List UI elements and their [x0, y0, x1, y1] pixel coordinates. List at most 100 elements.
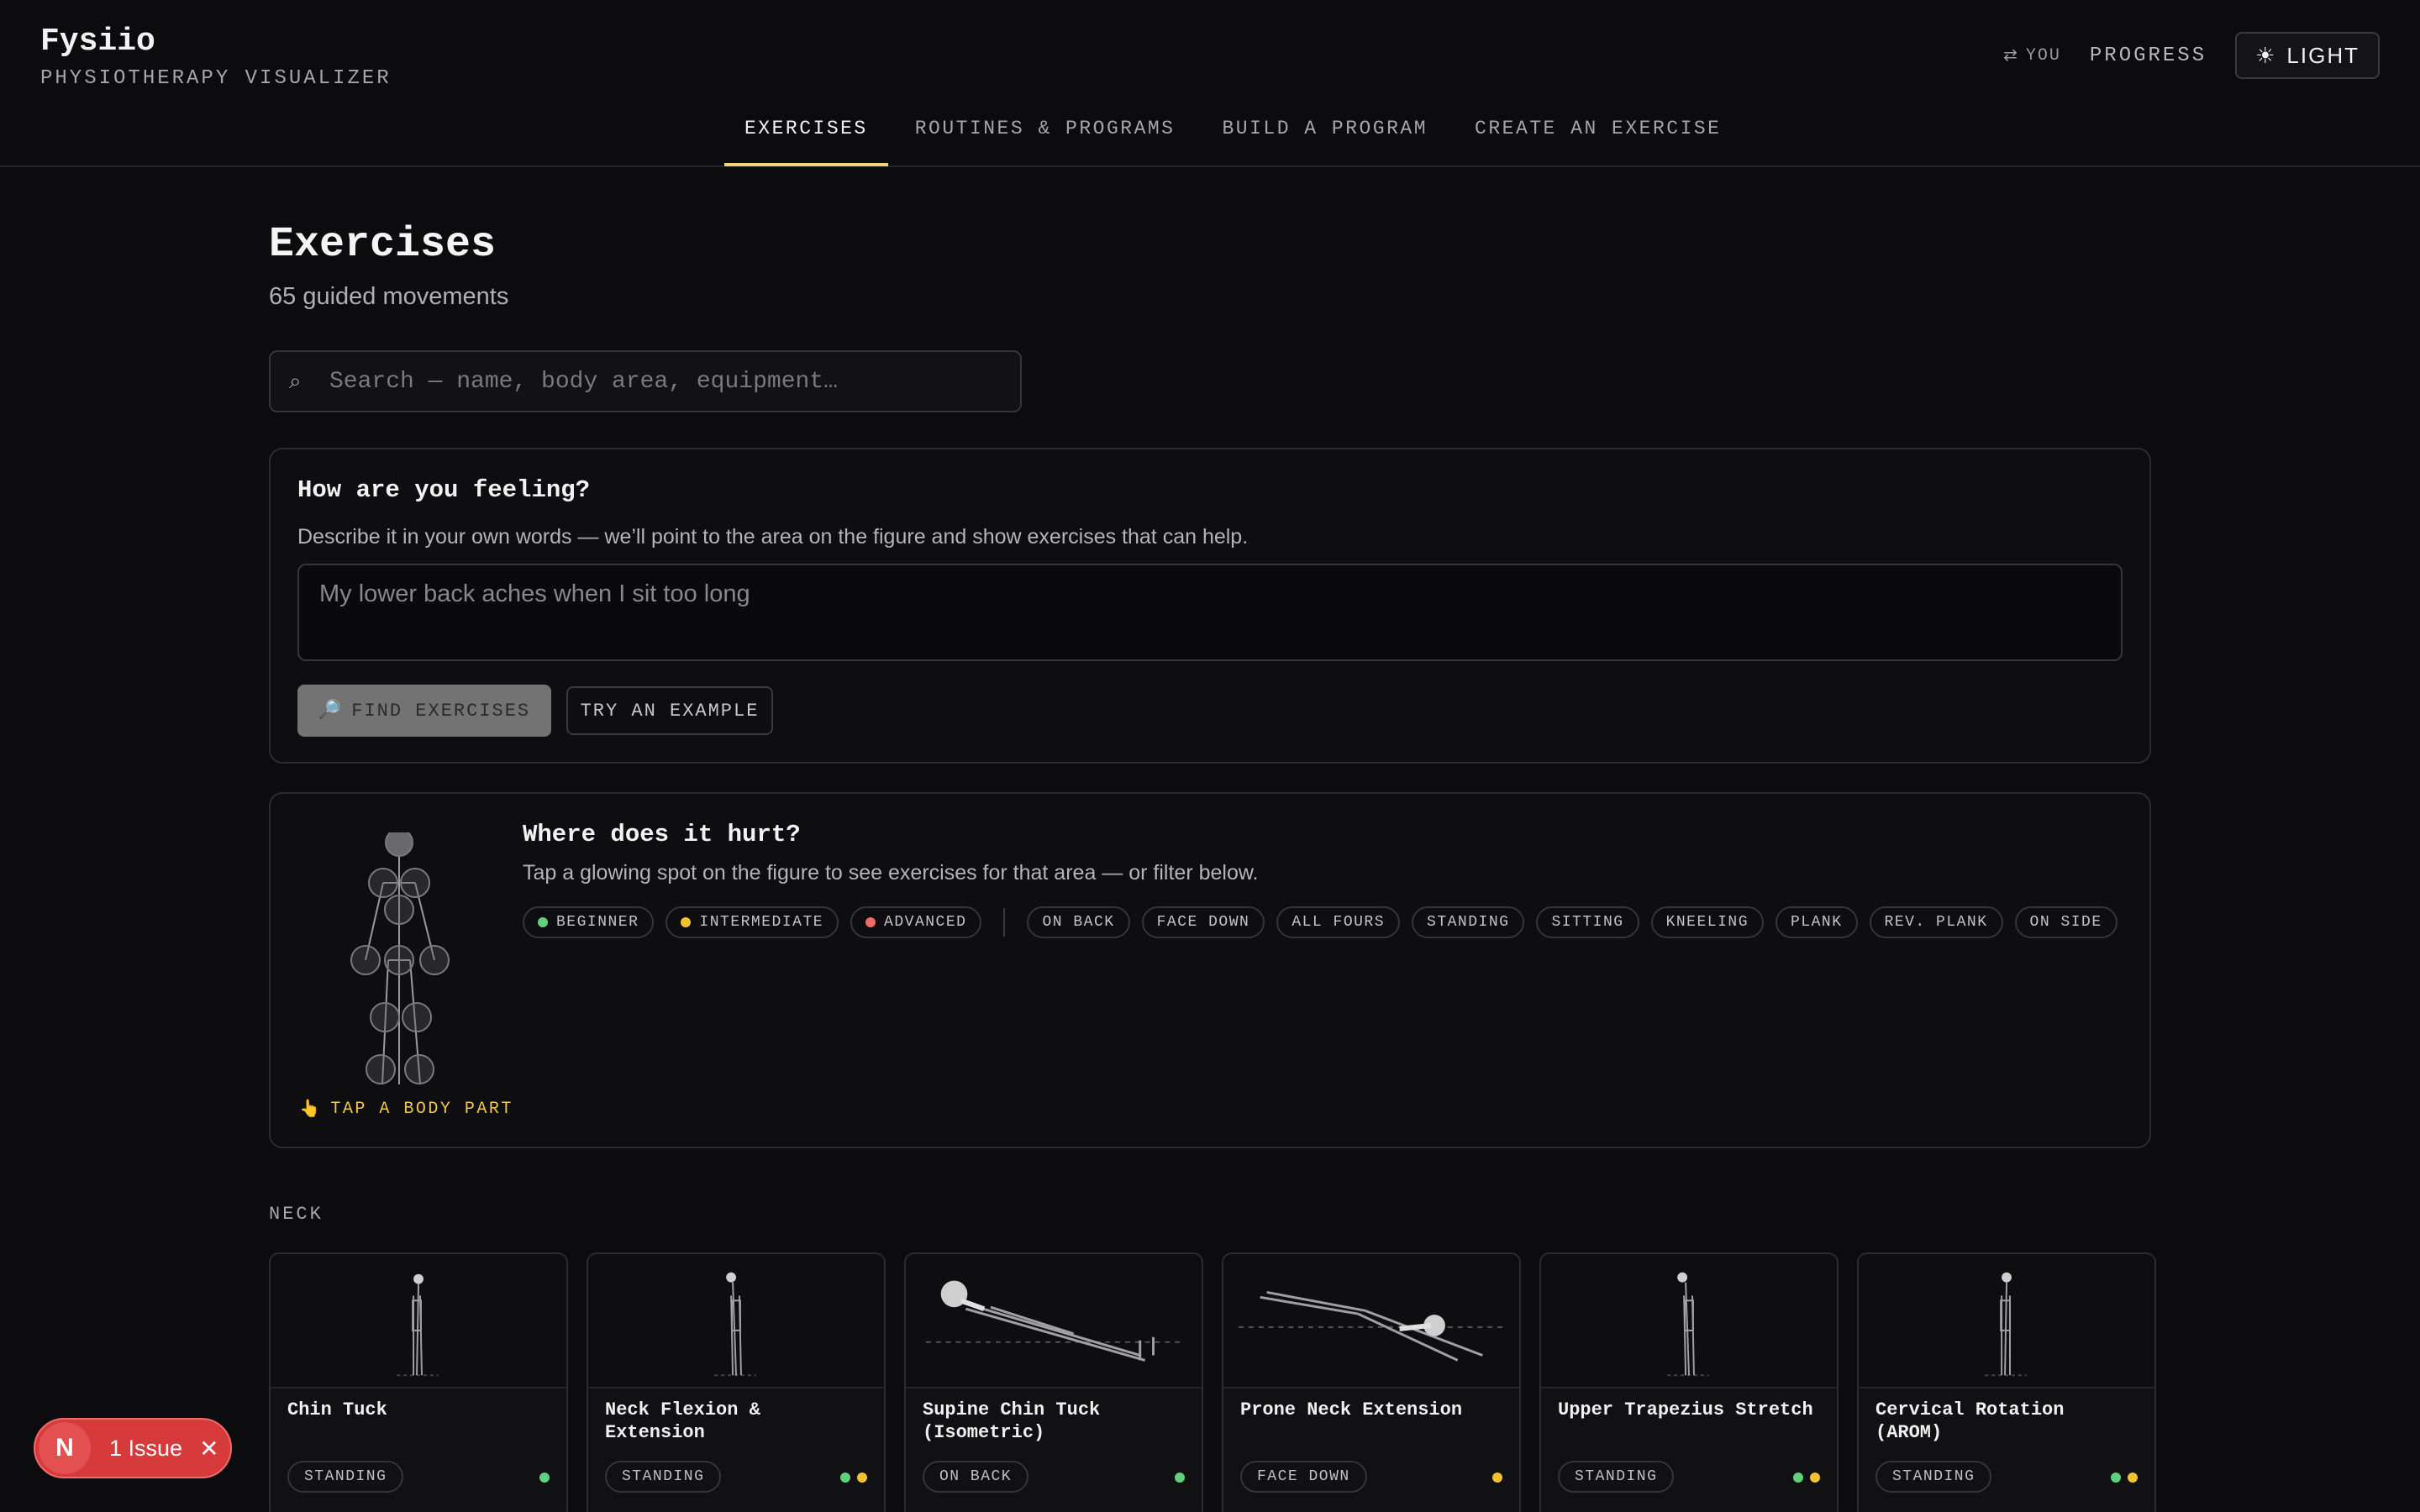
- exercise-name: Neck Flexion & Extension: [605, 1399, 760, 1443]
- filter-standing[interactable]: STANDING: [1412, 906, 1525, 938]
- exercise-position-badge: STANDING: [605, 1461, 722, 1493]
- theme-label: LIGHT: [2286, 42, 2360, 68]
- filter-divider: [1003, 908, 1006, 937]
- filter-on-side[interactable]: ON SIDE: [2014, 906, 2118, 938]
- right-shoulder-spot[interactable]: [400, 868, 430, 898]
- hurt-description: Tap a glowing spot on the figure to see …: [523, 861, 1259, 885]
- exercise-position-badge: ON BACK: [923, 1461, 1029, 1493]
- filter-kneeling[interactable]: KNEELING: [1650, 906, 1764, 938]
- issue-count: 1 Issue: [109, 1435, 183, 1461]
- filter-plank[interactable]: PLANK: [1776, 906, 1858, 938]
- filter-label: ADVANCED: [884, 914, 967, 931]
- exercise-position-badge: STANDING: [287, 1461, 404, 1493]
- filter-face-down[interactable]: FACE DOWN: [1141, 906, 1265, 938]
- tap-body-part-hint: 👆 TAP A BODY PART: [299, 1098, 513, 1121]
- exercise-card[interactable]: Chin Tuck STANDING: [269, 1252, 568, 1512]
- exercise-name: Upper Trapezius Stretch: [1558, 1399, 1813, 1420]
- feeling-title: How are you feeling?: [297, 476, 591, 504]
- app-subtitle: PHYSIOTHERAPY VISUALIZER: [40, 67, 392, 90]
- left-knee-spot[interactable]: [370, 1002, 400, 1032]
- level-dot: [865, 917, 876, 927]
- tap-body-part-label: TAP A BODY PART: [330, 1099, 513, 1119]
- level-dot: [2111, 1473, 2121, 1483]
- you-label: YOU: [2025, 45, 2061, 66]
- exercise-level-dots: [840, 1473, 867, 1483]
- left-shoulder-spot[interactable]: [368, 868, 398, 898]
- close-icon[interactable]: ✕: [199, 1435, 218, 1462]
- right-ankle-spot[interactable]: [404, 1054, 434, 1084]
- exercise-card[interactable]: Supine Chin Tuck (Isometric) ON BACK: [904, 1252, 1203, 1512]
- level-dot: [1793, 1473, 1803, 1483]
- exercise-level-dots: [1492, 1473, 1502, 1483]
- body-figure[interactable]: [338, 832, 489, 1093]
- filter-rev-plank[interactable]: REV. PLANK: [1869, 906, 2003, 938]
- exercise-level-dots: [1793, 1473, 1820, 1483]
- swap-icon: ⇄: [2003, 47, 2019, 66]
- search-box: ⌕: [269, 350, 1022, 412]
- sun-icon: ☀: [2255, 42, 2277, 68]
- level-dot: [538, 917, 548, 927]
- exercise-illustration: [1223, 1254, 1519, 1389]
- level-dot: [2128, 1473, 2138, 1483]
- tab-exercises[interactable]: EXERCISES: [724, 108, 888, 166]
- tab-build-program[interactable]: BUILD A PROGRAM: [1202, 108, 1448, 166]
- exercise-card[interactable]: Upper Trapezius Stretch STANDING: [1539, 1252, 1839, 1512]
- exercise-illustration: [271, 1254, 566, 1389]
- filter-chips: BEGINNER INTERMEDIATE ADVANCED ON BACK F…: [523, 906, 2118, 938]
- nextjs-logo-icon: N: [39, 1422, 91, 1474]
- left-ankle-spot[interactable]: [366, 1054, 396, 1084]
- right-hand-spot[interactable]: [419, 945, 450, 975]
- main-nav: EXERCISES ROUTINES & PROGRAMS BUILD A PR…: [724, 108, 1748, 166]
- page-subtitle: 65 guided movements: [269, 283, 509, 310]
- find-exercises-button[interactable]: 🔎 FIND EXERCISES: [297, 685, 551, 737]
- tab-routines-programs[interactable]: ROUTINES & PROGRAMS: [895, 108, 1196, 166]
- level-dot: [539, 1473, 550, 1483]
- level-dot: [1175, 1473, 1185, 1483]
- page-title: Exercises: [269, 221, 497, 269]
- filter-all-fours[interactable]: ALL FOURS: [1276, 906, 1401, 938]
- filter-intermediate[interactable]: INTERMEDIATE: [666, 906, 839, 938]
- body-map-card: 👆 TAP A BODY PART Where does it hurt? Ta…: [269, 792, 2151, 1148]
- left-hand-spot[interactable]: [350, 945, 381, 975]
- exercise-card[interactable]: Prone Neck Extension FACE DOWN: [1222, 1252, 1521, 1512]
- search-input[interactable]: [329, 368, 1002, 395]
- find-exercises-label: FIND EXERCISES: [351, 700, 531, 722]
- progress-link[interactable]: PROGRESS: [2090, 45, 2207, 67]
- filter-advanced[interactable]: ADVANCED: [850, 906, 982, 938]
- issues-badge[interactable]: N 1 Issue ✕: [34, 1418, 232, 1478]
- level-dot: [857, 1473, 867, 1483]
- feeling-textarea[interactable]: My lower back aches when I sit too long: [297, 564, 2123, 661]
- right-knee-spot[interactable]: [402, 1002, 432, 1032]
- filter-beginner[interactable]: BEGINNER: [523, 906, 655, 938]
- level-dot: [840, 1473, 850, 1483]
- upper-back-spot[interactable]: [384, 895, 414, 925]
- exercise-level-dots: [539, 1473, 550, 1483]
- theme-toggle-button[interactable]: ☀ LIGHT: [2235, 32, 2380, 79]
- exercise-position-badge: FACE DOWN: [1240, 1461, 1367, 1493]
- filter-label: INTERMEDIATE: [699, 914, 824, 931]
- tab-create-exercise[interactable]: CREATE AN EXERCISE: [1455, 108, 1741, 166]
- top-right-actions: ⇄ YOU PROGRESS ☀ LIGHT: [2003, 32, 2380, 79]
- exercise-card[interactable]: Cervical Rotation (AROM) STANDING: [1857, 1252, 2156, 1512]
- app-header: Fysiio PHYSIOTHERAPY VISUALIZER ⇄ YOU PR…: [0, 0, 2420, 167]
- exercise-name: Cervical Rotation (AROM): [1876, 1399, 2065, 1443]
- exercise-level-dots: [1175, 1473, 1185, 1483]
- filter-sitting[interactable]: SITTING: [1536, 906, 1639, 938]
- exercise-grid: Chin Tuck STANDING Neck Flexion & Extens…: [269, 1252, 2156, 1512]
- head-spot[interactable]: [385, 832, 413, 857]
- try-example-button[interactable]: TRY AN EXAMPLE: [566, 686, 773, 735]
- level-dot: [1492, 1473, 1502, 1483]
- filter-on-back[interactable]: ON BACK: [1027, 906, 1130, 938]
- lower-back-spot[interactable]: [384, 945, 414, 975]
- exercise-illustration: [588, 1254, 884, 1389]
- feeling-card: How are you feeling? Describe it in your…: [269, 448, 2151, 764]
- exercise-illustration: [1859, 1254, 2154, 1389]
- you-link[interactable]: ⇄ YOU: [2003, 45, 2061, 67]
- app-title: Fysiio: [40, 24, 155, 60]
- exercise-card[interactable]: Neck Flexion & Extension STANDING: [587, 1252, 886, 1512]
- exercise-position-badge: STANDING: [1558, 1461, 1675, 1493]
- hurt-title: Where does it hurt?: [523, 821, 801, 848]
- magnifier-icon: 🔎: [318, 701, 344, 722]
- exercise-name: Chin Tuck: [287, 1399, 387, 1420]
- exercise-illustration: [1541, 1254, 1837, 1389]
